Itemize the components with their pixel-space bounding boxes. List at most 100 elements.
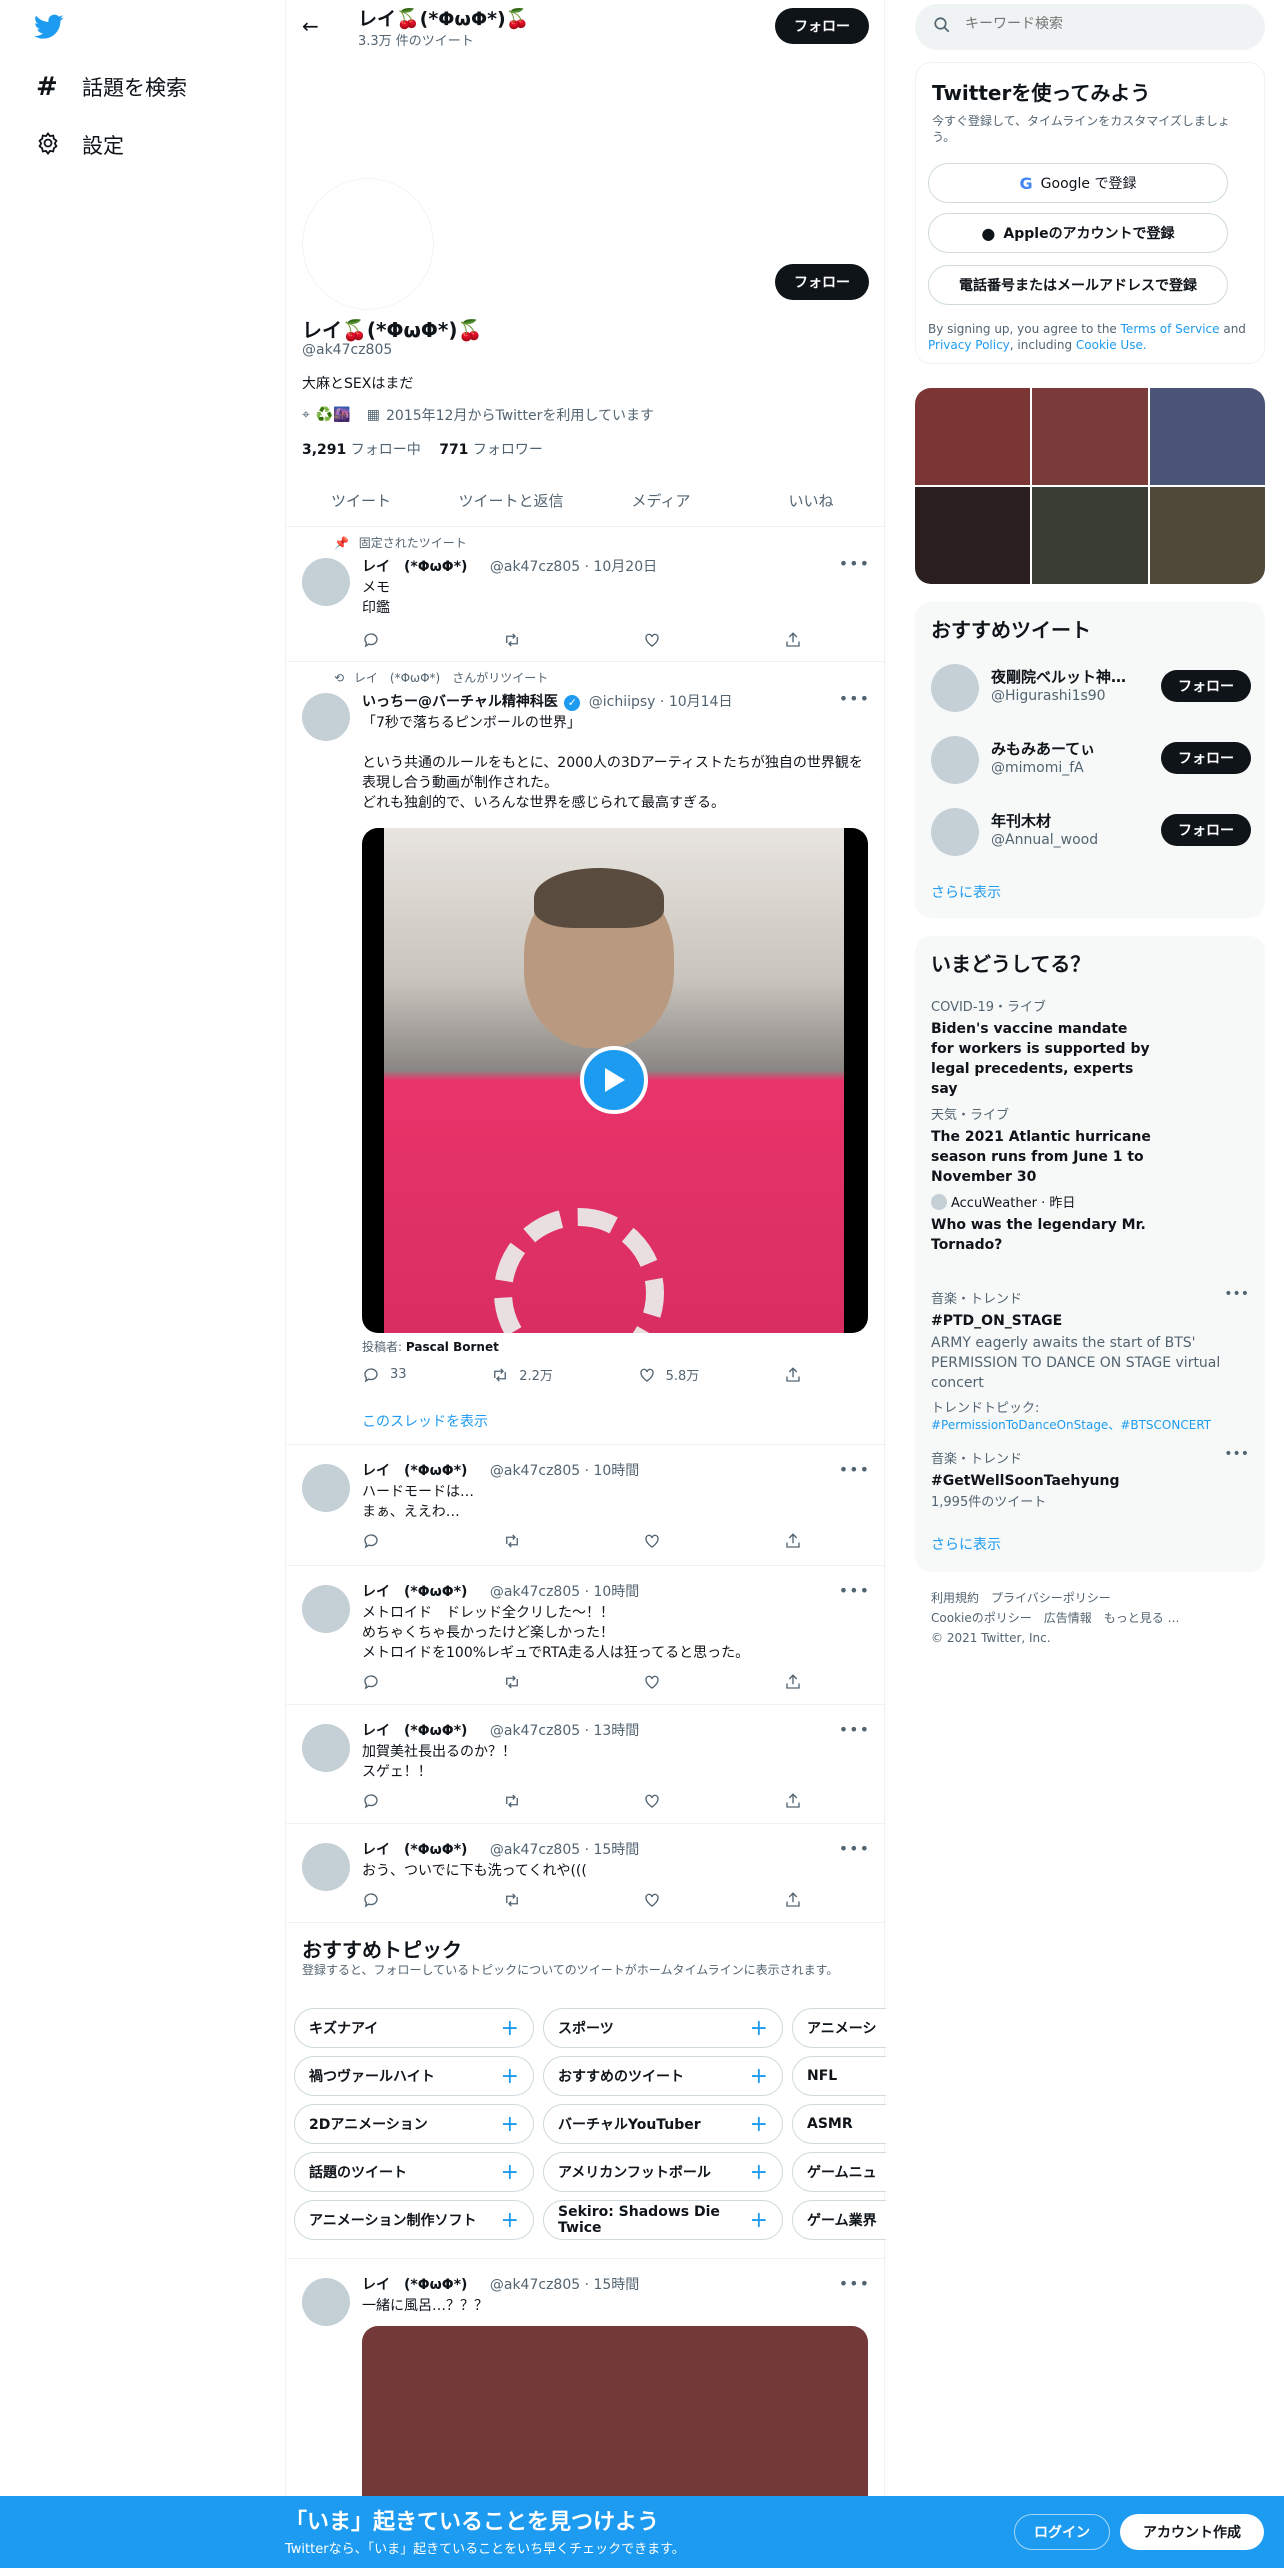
tab-tweets[interactable]: ツイート [286,475,436,526]
plus-icon[interactable]: + [501,2112,519,2137]
more-icon[interactable]: ••• [839,1460,870,1479]
play-icon[interactable] [580,1046,648,1114]
tweet-item[interactable]: レイ (*ΦωΦ*) @ak47cz805 · 15時間 ••• おう、ついでに… [286,1825,886,1923]
tweet-author-name[interactable]: レイ (*ΦωΦ*) [362,1463,467,1479]
more-icon[interactable]: ••• [839,689,870,708]
tweet-author-name[interactable]: レイ (*ΦωΦ*) [362,1584,467,1600]
retweet-icon[interactable] [503,1891,521,1909]
tweet-author-name[interactable]: レイ (*ΦωΦ*) [362,1842,467,1858]
retweet-label[interactable]: レイ (*ΦωΦ*) さんがリツイート [354,671,548,685]
topic-chip[interactable]: 2Dアニメーション + [294,2104,534,2144]
topic-chip[interactable]: 禍つヴァールハイト + [294,2056,534,2096]
tab-tweets-replies[interactable]: ツイートと返信 [436,475,586,526]
plus-icon[interactable]: + [750,2208,768,2233]
search-input[interactable] [965,16,1245,32]
video-player[interactable] [362,828,868,1333]
nav-settings[interactable]: 設定 [36,130,124,160]
share-icon[interactable] [784,1891,802,1909]
like-icon[interactable] [643,1891,661,1909]
footer-line[interactable]: 利用規約 プライバシーポリシー [931,1588,1180,1608]
recommended-user[interactable]: 夜剛院ベルット神… @Higurashi1s90 フォロー [931,658,1251,718]
recommended-user[interactable]: 年刊木材 @Annual_wood フォロー [931,802,1251,862]
topic-chip[interactable]: NFL [792,2056,886,2096]
topic-chip[interactable]: スポーツ + [543,2008,783,2048]
trend-item[interactable]: COVID-19・ライブ Biden's vaccine mandate for… [931,996,1249,1099]
recommended-user[interactable]: みもみあーてぃ @mimomi_fA フォロー [931,730,1251,790]
reply-icon[interactable] [362,1532,380,1550]
follow-button[interactable]: フォロー [1161,742,1251,774]
retweet-icon[interactable] [503,1673,521,1691]
topic-chip[interactable]: アニメーシ [792,2008,886,2048]
like-icon[interactable] [643,1673,661,1691]
tab-media[interactable]: メディア [586,475,736,526]
profile-avatar[interactable] [302,178,434,310]
tweet-author-name[interactable]: レイ (*ΦωΦ*) [362,1723,467,1739]
plus-icon[interactable]: + [501,2064,519,2089]
trend-item[interactable]: AccuWeather · 昨日 Who was the legendary M… [931,1192,1249,1255]
like-button[interactable]: 5.8万 [638,1365,699,1384]
profile-follow-button[interactable]: フォロー [775,264,869,300]
like-icon[interactable] [643,1792,661,1810]
topic-chip[interactable]: Sekiro: Shadows Die Twice + [543,2200,783,2240]
topic-chip[interactable]: おすすめのツイート + [543,2056,783,2096]
avatar[interactable] [302,1464,350,1512]
more-icon[interactable]: ••• [1224,1286,1249,1302]
follow-button[interactable]: フォロー [1161,670,1251,702]
avatar[interactable] [931,736,979,784]
follow-button[interactable]: フォロー [1161,814,1251,846]
trend-topics-links[interactable]: #PermissionToDanceOnStage、#BTSCONCERT [931,1416,1249,1433]
reply-icon[interactable] [362,1891,380,1909]
more-icon[interactable]: ••• [839,554,870,573]
share-icon[interactable] [784,1532,802,1550]
more-icon[interactable]: ••• [839,1720,870,1739]
share-icon[interactable] [784,1673,802,1691]
phone-signup-button[interactable]: 電話番号またはメールアドレスで登録 [928,265,1228,305]
show-more-link[interactable]: さらに表示 [931,1534,1001,1554]
plus-icon[interactable]: + [750,2112,768,2137]
more-icon[interactable]: ••• [1224,1446,1249,1462]
reply-button[interactable]: 33 [362,1365,407,1384]
topic-chip[interactable]: ASMR [792,2104,886,2144]
retweet-icon[interactable] [503,1532,521,1550]
topic-chip[interactable]: アニメーション制作ソフト + [294,2200,534,2240]
avatar[interactable] [302,1585,350,1633]
search-box[interactable] [915,4,1265,50]
show-thread-link[interactable]: このスレッドを表示 [362,1411,488,1431]
show-more-link[interactable]: さらに表示 [931,882,1001,902]
terms-link[interactable]: Terms of Service [1121,322,1220,336]
cookie-link[interactable]: Cookie Use. [1076,338,1147,352]
poster-name[interactable]: Pascal Bornet [406,1340,499,1354]
topic-chip[interactable]: バーチャルYouTuber + [543,2104,783,2144]
tweet-author-name[interactable]: レイ (*ΦωΦ*) [362,559,467,575]
retweeted-tweet[interactable]: ⟲ レイ (*ΦωΦ*) さんがリツイート いっちー@バーチャル精神科医 ✓ @… [286,663,886,1445]
media-thumbnail[interactable] [1032,487,1148,584]
tab-likes[interactable]: いいね [736,475,886,526]
tweet-image[interactable] [362,2326,868,2506]
avatar[interactable] [302,693,350,741]
tweet-item[interactable]: レイ (*ΦωΦ*) @ak47cz805 · 10時間 ••• ハードモードは… [286,1446,886,1566]
retweet-icon[interactable] [503,1792,521,1810]
reply-icon[interactable] [362,1673,380,1691]
like-icon[interactable] [643,631,661,649]
followers-link[interactable]: 771 フォロワー [439,442,543,458]
nav-explore[interactable]: # 話題を検索 [36,72,187,102]
topic-chip[interactable]: キズナアイ + [294,2008,534,2048]
reply-icon[interactable] [362,1792,380,1810]
share-icon[interactable] [784,631,802,649]
topic-chip[interactable]: 話題のツイート + [294,2152,534,2192]
share-icon[interactable] [784,1365,802,1384]
tweet-item[interactable]: レイ (*ΦωΦ*) @ak47cz805 · 15時間 ••• 一緒に風呂…？… [286,2260,886,2506]
apple-signup-button[interactable]: ● Appleのアカウントで登録 [928,213,1228,253]
trend-item[interactable]: 音楽・トレンド #PTD_ON_STAGE ARMY eagerly await… [931,1286,1249,1433]
share-icon[interactable] [784,1792,802,1810]
avatar[interactable] [931,808,979,856]
twitter-logo-icon[interactable] [34,14,64,44]
header-follow-button[interactable]: フォロー [775,8,869,44]
plus-icon[interactable]: + [750,2016,768,2041]
reply-icon[interactable] [362,631,380,649]
signup-button[interactable]: アカウント作成 [1120,2514,1264,2550]
back-arrow-icon[interactable]: ← [302,14,319,38]
trend-item[interactable]: 天気・ライブ The 2021 Atlantic hurricane seaso… [931,1104,1249,1187]
more-icon[interactable]: ••• [839,1839,870,1858]
media-thumbnail[interactable] [915,388,1031,485]
